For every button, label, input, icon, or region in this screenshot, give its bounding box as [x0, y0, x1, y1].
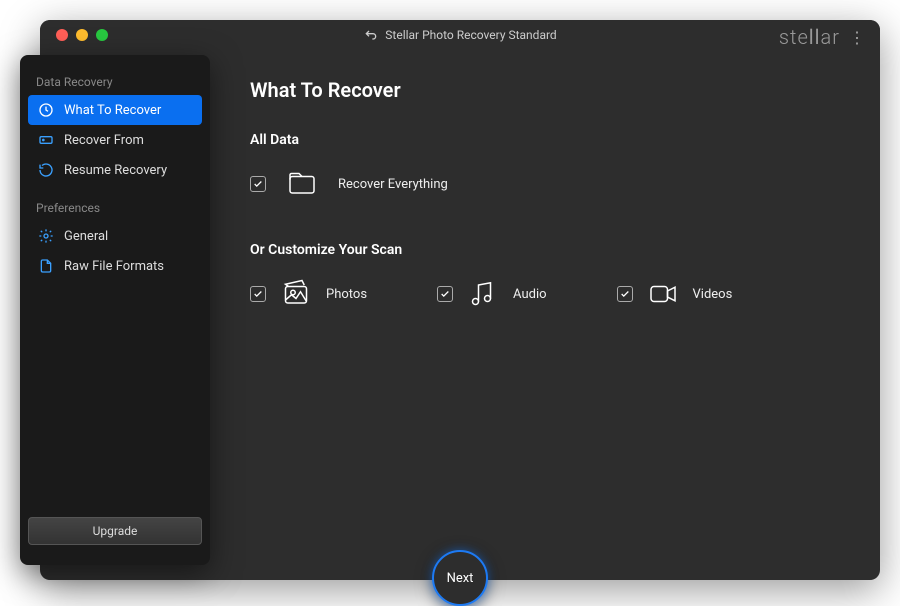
- app-window: Stellar Photo Recovery Standard stellar …: [40, 20, 880, 580]
- page-title: What To Recover: [250, 78, 840, 102]
- app-title: Stellar Photo Recovery Standard: [385, 28, 556, 42]
- checkbox-recover-everything[interactable]: [250, 176, 266, 192]
- option-recover-everything[interactable]: Recover Everything: [250, 166, 840, 202]
- more-menu-icon[interactable]: ⋮: [849, 28, 865, 47]
- customize-heading: Or Customize Your Scan: [250, 242, 840, 258]
- option-audio[interactable]: Audio: [437, 276, 546, 312]
- option-label: Audio: [513, 287, 546, 302]
- option-label: Photos: [326, 287, 367, 302]
- checkbox-videos[interactable]: [617, 286, 633, 302]
- option-label: Recover Everything: [338, 177, 448, 192]
- option-label: Videos: [693, 287, 733, 302]
- title-center: Stellar Photo Recovery Standard: [40, 27, 880, 43]
- videos-icon: [645, 276, 681, 312]
- brand-logo: stellar: [779, 25, 840, 49]
- main-panel: What To Recover All Data Recover Everyth…: [40, 50, 880, 580]
- back-icon[interactable]: [363, 27, 379, 43]
- option-photos[interactable]: Photos: [250, 276, 367, 312]
- window-body: Data Recovery What To Recover Recover Fr…: [40, 50, 880, 580]
- folder-icon: [284, 166, 320, 202]
- checkbox-audio[interactable]: [437, 286, 453, 302]
- option-videos[interactable]: Videos: [617, 276, 733, 312]
- checkbox-photos[interactable]: [250, 286, 266, 302]
- next-button[interactable]: Next: [432, 550, 488, 606]
- audio-icon: [465, 276, 501, 312]
- photos-icon: [278, 276, 314, 312]
- all-data-heading: All Data: [250, 132, 840, 148]
- titlebar: Stellar Photo Recovery Standard stellar …: [40, 20, 880, 50]
- options-grid: Photos Audio: [250, 276, 840, 312]
